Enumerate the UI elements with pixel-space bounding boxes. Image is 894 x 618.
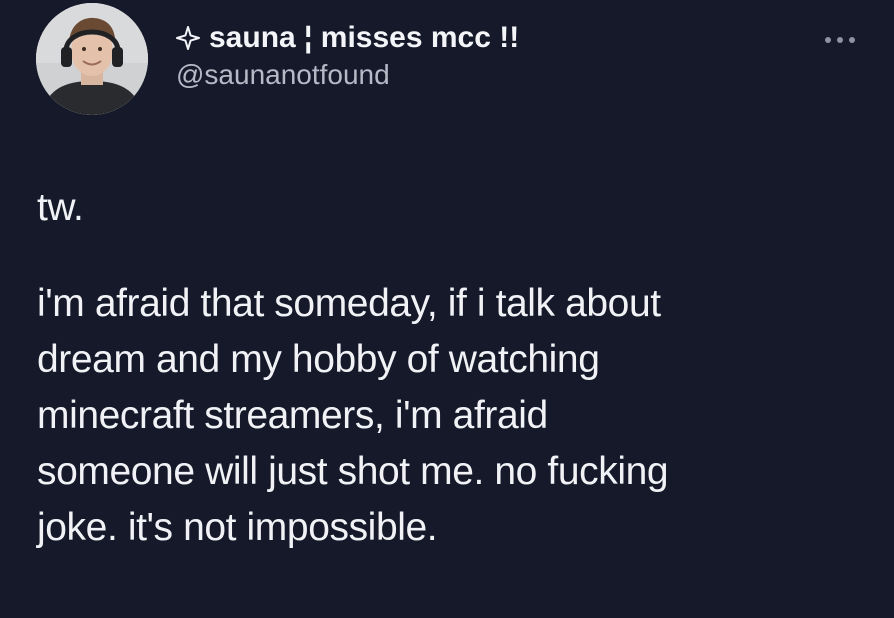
author-info: sauna ¦ misses mcc !! @saunanotfound — [176, 20, 519, 92]
four-point-star-icon — [176, 26, 200, 50]
tweet: sauna ¦ misses mcc !! @saunanotfound tw.… — [0, 0, 894, 618]
tweet-text: tw. i'm afraid that someday, if i talk a… — [37, 180, 877, 556]
tweet-line: joke. it's not impossible. — [37, 506, 438, 549]
tweet-line: dream and my hobby of watching — [37, 338, 600, 381]
profile-photo-icon — [36, 3, 148, 115]
tweet-line: someone will just shot me. no fucking — [37, 450, 669, 493]
more-options-icon[interactable] — [822, 34, 858, 46]
display-name: sauna ¦ misses mcc !! — [209, 21, 520, 54]
avatar[interactable] — [36, 3, 148, 115]
content-warning: tw. — [37, 186, 84, 229]
user-handle[interactable]: @saunanotfound — [176, 58, 519, 92]
display-name-row[interactable]: sauna ¦ misses mcc !! — [176, 20, 519, 56]
tweet-line: i'm afraid that someday, if i talk about — [37, 282, 661, 325]
tweet-line: minecraft streamers, i'm afraid — [37, 394, 548, 437]
